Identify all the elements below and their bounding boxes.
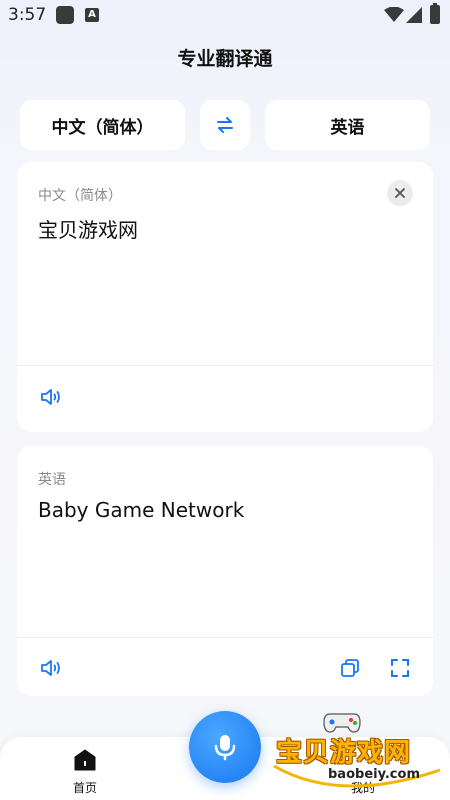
translation-card: 英语 Baby Game Network — [17, 446, 433, 696]
target-language-button[interactable]: 英语 — [265, 100, 430, 150]
swap-icon — [217, 117, 233, 133]
signal-icon — [406, 7, 422, 23]
home-icon — [74, 749, 96, 771]
language-selector: 中文（简体） 英语 — [20, 100, 430, 150]
battery-icon — [430, 3, 440, 24]
app-notification-icon — [56, 6, 74, 24]
page-title: 专业翻译通 — [177, 48, 273, 70]
status-bar: 3:57 A — [0, 0, 450, 32]
tab-home[interactable]: 首页 — [62, 747, 108, 795]
copy-icon — [341, 659, 359, 677]
speaker-icon — [41, 389, 60, 405]
source-speak-button[interactable] — [38, 384, 64, 410]
translated-text: Baby Game Network — [38, 498, 245, 522]
wifi-icon — [384, 7, 404, 22]
fullscreen-button[interactable] — [387, 655, 413, 681]
watermark-text: 宝贝游戏网 — [276, 738, 412, 768]
watermark: 宝贝游戏网 baobeiy.com — [270, 708, 450, 800]
tab-home-label: 首页 — [72, 781, 97, 795]
close-icon — [395, 188, 405, 198]
fullscreen-icon — [391, 659, 409, 677]
source-text-card: 中文（简体） 宝贝游戏网 — [17, 162, 433, 432]
clear-button[interactable] — [387, 180, 413, 206]
source-language-label: 中文（简体） — [38, 188, 122, 204]
copy-button[interactable] — [337, 655, 363, 681]
voice-input-button[interactable] — [189, 711, 261, 783]
swap-languages-button[interactable] — [200, 100, 250, 150]
gamepad-logo — [323, 713, 361, 733]
divider — [17, 365, 433, 366]
target-language-label: 英语 — [38, 472, 66, 488]
microphone-icon — [214, 735, 236, 761]
status-time: 3:57 — [8, 5, 47, 25]
source-language-button[interactable]: 中文（简体） — [20, 100, 185, 150]
source-text-input[interactable]: 宝贝游戏网 — [38, 214, 138, 243]
divider — [17, 637, 433, 638]
a-notification-icon: A — [85, 8, 99, 22]
watermark-url: baobeiy.com — [328, 767, 420, 782]
target-speak-button[interactable] — [38, 655, 64, 681]
speaker-icon — [41, 660, 60, 676]
